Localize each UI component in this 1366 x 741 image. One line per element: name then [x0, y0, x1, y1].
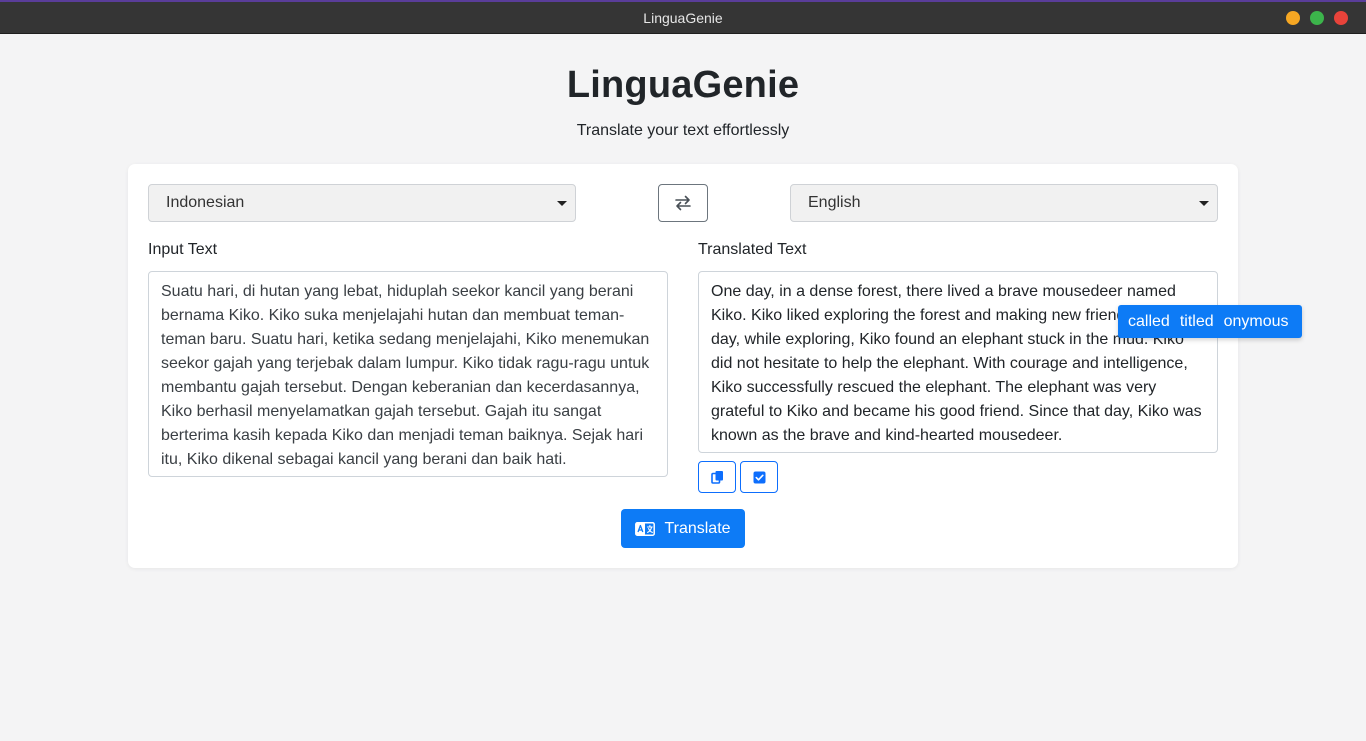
app-subtitle: Translate your text effortlessly — [576, 122, 790, 139]
translator-card: Indonesian English Input Text Translated… — [128, 164, 1238, 568]
translate-button[interactable]: Translate — [621, 509, 745, 548]
input-textarea[interactable]: Suatu hari, di hutan yang lebat, hidupla… — [148, 271, 668, 477]
source-language-value: Indonesian — [166, 194, 245, 211]
suggestion-item[interactable]: onymous — [1224, 313, 1289, 331]
copy-icon — [710, 471, 723, 484]
window-title: LinguaGenie — [643, 9, 723, 26]
word-suggestion-popup: called titled onymous — [1118, 305, 1302, 338]
swap-languages-button[interactable] — [658, 184, 708, 222]
check-square-icon — [753, 471, 765, 483]
swap-arrows-icon — [675, 195, 691, 211]
translated-text-label: Translated Text — [698, 241, 807, 258]
translate-button-label: Translate — [664, 519, 731, 537]
copy-button[interactable] — [698, 461, 736, 493]
target-language-select[interactable]: English — [790, 184, 1218, 222]
suggestion-item[interactable]: called — [1128, 313, 1170, 331]
chevron-down-icon — [557, 201, 567, 206]
maximize-button[interactable] — [1310, 11, 1324, 25]
window-controls — [1286, 11, 1348, 25]
target-language-value: English — [808, 194, 861, 211]
translate-icon — [635, 521, 656, 536]
source-language-select[interactable]: Indonesian — [148, 184, 576, 222]
input-text-label: Input Text — [148, 241, 218, 258]
translated-textarea[interactable]: One day, in a dense forest, there lived … — [698, 271, 1218, 453]
app-title: LinguaGenie — [566, 64, 800, 106]
chevron-down-icon — [1199, 201, 1209, 206]
window-titlebar: LinguaGenie — [0, 0, 1366, 34]
check-button[interactable] — [740, 461, 778, 493]
close-button[interactable] — [1334, 11, 1348, 25]
minimize-button[interactable] — [1286, 11, 1300, 25]
suggestion-item[interactable]: titled — [1180, 313, 1214, 331]
